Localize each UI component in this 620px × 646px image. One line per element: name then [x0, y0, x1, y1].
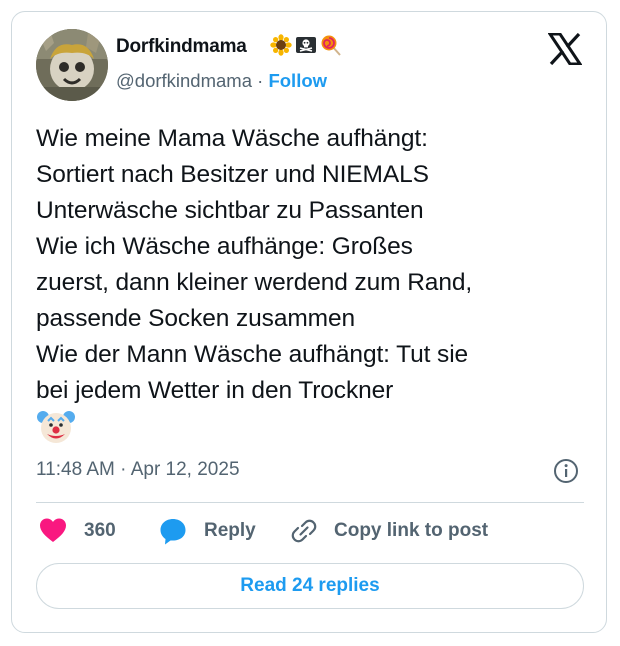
- heart-icon: [39, 517, 67, 545]
- info-icon[interactable]: [553, 458, 579, 484]
- like-count: 360: [84, 520, 116, 541]
- follow-link[interactable]: Follow: [268, 70, 327, 91]
- separator-dot: ·: [257, 70, 264, 91]
- link-icon: [290, 517, 318, 545]
- author-handle-row: @dorfkindmama · Follow: [116, 70, 327, 92]
- avatar[interactable]: [36, 29, 108, 101]
- avatar-image: [36, 29, 108, 101]
- author-handle[interactable]: @dorfkindmama: [116, 70, 252, 91]
- copy-link-label: Copy link to post: [334, 520, 489, 541]
- skull-crossbones-flag-icon: [295, 34, 317, 56]
- lollipop-icon: [320, 34, 342, 56]
- x-logo-icon[interactable]: [547, 32, 583, 66]
- read-replies-button[interactable]: Read 24 replies: [36, 563, 584, 609]
- name-emojis: [270, 34, 342, 56]
- like-button[interactable]: 360: [39, 517, 116, 545]
- author-display-name[interactable]: Dorfkindmama: [116, 36, 247, 58]
- clown-face-icon: [37, 407, 75, 445]
- sunflower-icon: [270, 34, 292, 56]
- post-timestamp[interactable]: 11:48 AM · Apr 12, 2025: [36, 459, 240, 481]
- speech-bubble-icon: [159, 517, 187, 545]
- reply-label: Reply: [204, 520, 256, 541]
- divider: [36, 502, 584, 503]
- post-text: Wie meine Mama Wäsche aufhängt: Sortiert…: [36, 125, 473, 404]
- copy-link-button[interactable]: Copy link to post: [290, 517, 488, 545]
- reply-button[interactable]: Reply: [159, 517, 256, 545]
